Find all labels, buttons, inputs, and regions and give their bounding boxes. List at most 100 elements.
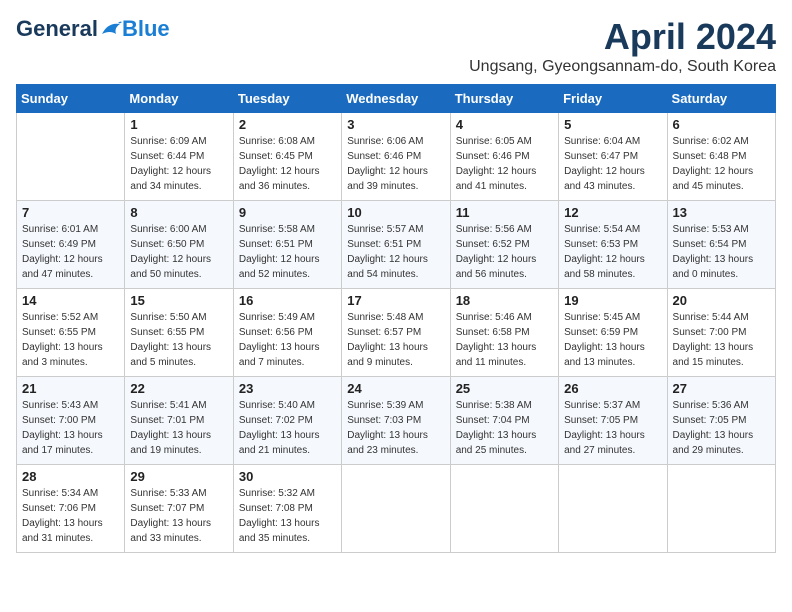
calendar-day-30: 30 Sunrise: 5:32 AM Sunset: 7:08 PM Dayli… bbox=[233, 465, 341, 553]
calendar-week-row: 28 Sunrise: 5:34 AM Sunset: 7:06 PM Dayli… bbox=[17, 465, 776, 553]
day-number: 16 bbox=[239, 293, 336, 308]
day-info: Sunrise: 5:53 AM Sunset: 6:54 PM Dayligh… bbox=[673, 222, 770, 282]
calendar-empty-cell bbox=[559, 465, 667, 553]
day-info: Sunrise: 5:38 AM Sunset: 7:04 PM Dayligh… bbox=[456, 398, 553, 458]
calendar-day-9: 9 Sunrise: 5:58 AM Sunset: 6:51 PM Daylig… bbox=[233, 201, 341, 289]
day-number: 15 bbox=[130, 293, 227, 308]
calendar-day-27: 27 Sunrise: 5:36 AM Sunset: 7:05 PM Dayli… bbox=[667, 377, 775, 465]
day-number: 14 bbox=[22, 293, 119, 308]
calendar-day-6: 6Sunrise: 6:02 AM Sunset: 6:48 PM Daylig… bbox=[667, 113, 775, 201]
day-info: Sunrise: 5:37 AM Sunset: 7:05 PM Dayligh… bbox=[564, 398, 661, 458]
day-info: Sunrise: 5:40 AM Sunset: 7:02 PM Dayligh… bbox=[239, 398, 336, 458]
calendar-day-16: 16Sunrise: 5:49 AM Sunset: 6:56 PM Dayli… bbox=[233, 289, 341, 377]
day-info: Sunrise: 6:04 AM Sunset: 6:47 PM Dayligh… bbox=[564, 134, 661, 194]
day-number: 8 bbox=[130, 205, 227, 220]
calendar-day-29: 29 Sunrise: 5:33 AM Sunset: 7:07 PM Dayli… bbox=[125, 465, 233, 553]
calendar-day-25: 25 Sunrise: 5:38 AM Sunset: 7:04 PM Dayli… bbox=[450, 377, 558, 465]
day-info: Sunrise: 5:34 AM Sunset: 7:06 PM Dayligh… bbox=[22, 486, 119, 546]
day-info: Sunrise: 6:06 AM Sunset: 6:46 PM Dayligh… bbox=[347, 134, 444, 194]
day-number: 11 bbox=[456, 205, 553, 220]
calendar-day-11: 11 Sunrise: 5:56 AM Sunset: 6:52 PM Dayli… bbox=[450, 201, 558, 289]
calendar-week-row: 21 Sunrise: 5:43 AM Sunset: 7:00 PM Dayli… bbox=[17, 377, 776, 465]
calendar-day-22: 22 Sunrise: 5:41 AM Sunset: 7:01 PM Dayli… bbox=[125, 377, 233, 465]
day-info: Sunrise: 5:43 AM Sunset: 7:00 PM Dayligh… bbox=[22, 398, 119, 458]
day-info: Sunrise: 5:45 AM Sunset: 6:59 PM Dayligh… bbox=[564, 310, 661, 370]
day-number: 3 bbox=[347, 117, 444, 132]
weekday-header-wednesday: Wednesday bbox=[342, 85, 450, 113]
day-number: 12 bbox=[564, 205, 661, 220]
day-number: 24 bbox=[347, 381, 444, 396]
calendar-day-7: 7 Sunrise: 6:01 AM Sunset: 6:49 PM Daylig… bbox=[17, 201, 125, 289]
calendar-day-2: 2Sunrise: 6:08 AM Sunset: 6:45 PM Daylig… bbox=[233, 113, 341, 201]
day-info: Sunrise: 5:48 AM Sunset: 6:57 PM Dayligh… bbox=[347, 310, 444, 370]
day-number: 17 bbox=[347, 293, 444, 308]
calendar-empty-cell bbox=[667, 465, 775, 553]
day-number: 21 bbox=[22, 381, 119, 396]
title-block: April 2024 Ungsang, Gyeongsannam-do, Sou… bbox=[469, 16, 776, 76]
calendar-day-23: 23 Sunrise: 5:40 AM Sunset: 7:02 PM Dayli… bbox=[233, 377, 341, 465]
day-number: 23 bbox=[239, 381, 336, 396]
calendar-empty-cell bbox=[342, 465, 450, 553]
weekday-header-sunday: Sunday bbox=[17, 85, 125, 113]
day-number: 4 bbox=[456, 117, 553, 132]
calendar-day-21: 21 Sunrise: 5:43 AM Sunset: 7:00 PM Dayli… bbox=[17, 377, 125, 465]
weekday-header-tuesday: Tuesday bbox=[233, 85, 341, 113]
calendar-day-26: 26Sunrise: 5:37 AM Sunset: 7:05 PM Dayli… bbox=[559, 377, 667, 465]
day-info: Sunrise: 5:57 AM Sunset: 6:51 PM Dayligh… bbox=[347, 222, 444, 282]
calendar-day-20: 20 Sunrise: 5:44 AM Sunset: 7:00 PM Dayli… bbox=[667, 289, 775, 377]
calendar-day-8: 8 Sunrise: 6:00 AM Sunset: 6:50 PM Daylig… bbox=[125, 201, 233, 289]
day-number: 18 bbox=[456, 293, 553, 308]
day-info: Sunrise: 5:46 AM Sunset: 6:58 PM Dayligh… bbox=[456, 310, 553, 370]
day-number: 2 bbox=[239, 117, 336, 132]
day-info: Sunrise: 6:09 AM Sunset: 6:44 PM Dayligh… bbox=[130, 134, 227, 194]
day-number: 25 bbox=[456, 381, 553, 396]
day-number: 7 bbox=[22, 205, 119, 220]
calendar-day-19: 19 Sunrise: 5:45 AM Sunset: 6:59 PM Dayli… bbox=[559, 289, 667, 377]
weekday-header-saturday: Saturday bbox=[667, 85, 775, 113]
calendar-day-10: 10 Sunrise: 5:57 AM Sunset: 6:51 PM Dayli… bbox=[342, 201, 450, 289]
calendar-table: SundayMondayTuesdayWednesdayThursdayFrid… bbox=[16, 84, 776, 553]
day-number: 19 bbox=[564, 293, 661, 308]
day-info: Sunrise: 5:56 AM Sunset: 6:52 PM Dayligh… bbox=[456, 222, 553, 282]
calendar-empty-cell bbox=[17, 113, 125, 201]
day-number: 6 bbox=[673, 117, 770, 132]
calendar-day-18: 18 Sunrise: 5:46 AM Sunset: 6:58 PM Dayli… bbox=[450, 289, 558, 377]
day-number: 22 bbox=[130, 381, 227, 396]
day-number: 1 bbox=[130, 117, 227, 132]
weekday-header-thursday: Thursday bbox=[450, 85, 558, 113]
day-number: 10 bbox=[347, 205, 444, 220]
logo-general: General bbox=[16, 16, 98, 42]
day-info: Sunrise: 5:39 AM Sunset: 7:03 PM Dayligh… bbox=[347, 398, 444, 458]
weekday-header-friday: Friday bbox=[559, 85, 667, 113]
day-info: Sunrise: 5:58 AM Sunset: 6:51 PM Dayligh… bbox=[239, 222, 336, 282]
calendar-day-4: 4 Sunrise: 6:05 AM Sunset: 6:46 PM Daylig… bbox=[450, 113, 558, 201]
calendar-week-row: 14Sunrise: 5:52 AM Sunset: 6:55 PM Dayli… bbox=[17, 289, 776, 377]
day-number: 30 bbox=[239, 469, 336, 484]
calendar-day-5: 5 Sunrise: 6:04 AM Sunset: 6:47 PM Daylig… bbox=[559, 113, 667, 201]
day-info: Sunrise: 5:32 AM Sunset: 7:08 PM Dayligh… bbox=[239, 486, 336, 546]
day-number: 29 bbox=[130, 469, 227, 484]
day-info: Sunrise: 5:44 AM Sunset: 7:00 PM Dayligh… bbox=[673, 310, 770, 370]
calendar-day-17: 17 Sunrise: 5:48 AM Sunset: 6:57 PM Dayli… bbox=[342, 289, 450, 377]
day-number: 20 bbox=[673, 293, 770, 308]
calendar-day-12: 12Sunrise: 5:54 AM Sunset: 6:53 PM Dayli… bbox=[559, 201, 667, 289]
day-info: Sunrise: 6:00 AM Sunset: 6:50 PM Dayligh… bbox=[130, 222, 227, 282]
title-month: April 2024 bbox=[469, 16, 776, 58]
day-number: 13 bbox=[673, 205, 770, 220]
calendar-day-15: 15Sunrise: 5:50 AM Sunset: 6:55 PM Dayli… bbox=[125, 289, 233, 377]
day-number: 27 bbox=[673, 381, 770, 396]
calendar-day-13: 13 Sunrise: 5:53 AM Sunset: 6:54 PM Dayli… bbox=[667, 201, 775, 289]
day-info: Sunrise: 5:41 AM Sunset: 7:01 PM Dayligh… bbox=[130, 398, 227, 458]
day-info: Sunrise: 6:05 AM Sunset: 6:46 PM Dayligh… bbox=[456, 134, 553, 194]
calendar-week-row: 7 Sunrise: 6:01 AM Sunset: 6:49 PM Daylig… bbox=[17, 201, 776, 289]
logo-bird-icon bbox=[100, 20, 122, 38]
day-info: Sunrise: 6:01 AM Sunset: 6:49 PM Dayligh… bbox=[22, 222, 119, 282]
calendar-day-3: 3 Sunrise: 6:06 AM Sunset: 6:46 PM Daylig… bbox=[342, 113, 450, 201]
calendar-day-1: 1 Sunrise: 6:09 AM Sunset: 6:44 PM Daylig… bbox=[125, 113, 233, 201]
day-number: 9 bbox=[239, 205, 336, 220]
day-number: 5 bbox=[564, 117, 661, 132]
day-number: 28 bbox=[22, 469, 119, 484]
day-info: Sunrise: 5:33 AM Sunset: 7:07 PM Dayligh… bbox=[130, 486, 227, 546]
calendar-day-14: 14Sunrise: 5:52 AM Sunset: 6:55 PM Dayli… bbox=[17, 289, 125, 377]
day-info: Sunrise: 5:36 AM Sunset: 7:05 PM Dayligh… bbox=[673, 398, 770, 458]
